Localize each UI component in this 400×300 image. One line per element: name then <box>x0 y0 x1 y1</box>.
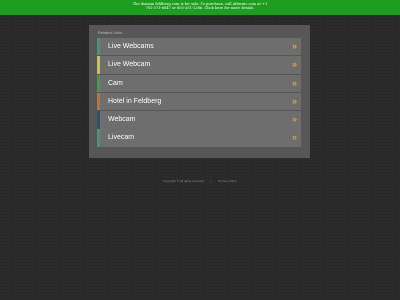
link-label[interactable]: Cam <box>108 75 123 92</box>
link-label[interactable]: Livecam <box>108 129 134 146</box>
footer-separator: | <box>210 179 212 183</box>
link-label[interactable]: Webcam <box>108 111 136 128</box>
related-links-list: Live Webcams » Live Webcam » Cam » Hotel… <box>97 38 301 148</box>
related-link-live-webcams[interactable]: Live Webcams » <box>97 38 301 56</box>
related-link-cam[interactable]: Cam » <box>97 74 301 92</box>
double-chevron-right-icon: » <box>291 41 297 51</box>
copyright-text: Copyright © All rights reserved <box>163 179 204 183</box>
related-link-webcam[interactable]: Webcam » <box>97 111 301 129</box>
double-chevron-right-icon: » <box>291 114 297 125</box>
double-chevron-right-icon: » <box>291 132 297 143</box>
double-chevron-right-icon: » <box>291 77 297 88</box>
related-link-livecam[interactable]: Livecam » <box>97 129 301 147</box>
privacy-policy-link[interactable]: Privacy Policy <box>218 179 237 183</box>
banner-text[interactable]: The domain feldberg.com is for sale. To … <box>133 2 267 10</box>
link-label[interactable]: Live Webcams <box>108 38 154 55</box>
panel-title: Related Links <box>98 30 123 35</box>
link-label[interactable]: Live Webcam <box>108 56 150 73</box>
double-chevron-right-icon: » <box>291 59 297 70</box>
related-link-live-webcam[interactable]: Live Webcam » <box>97 56 301 74</box>
double-chevron-right-icon: » <box>291 95 297 106</box>
page-footer: Copyright © All rights reserved | Privac… <box>0 179 400 183</box>
link-label[interactable]: Hotel in Feldberg <box>108 93 161 110</box>
related-link-hotel-in-feldberg[interactable]: Hotel in Feldberg » <box>97 92 301 111</box>
domain-sale-banner[interactable]: The domain feldberg.com is for sale. To … <box>0 0 400 15</box>
